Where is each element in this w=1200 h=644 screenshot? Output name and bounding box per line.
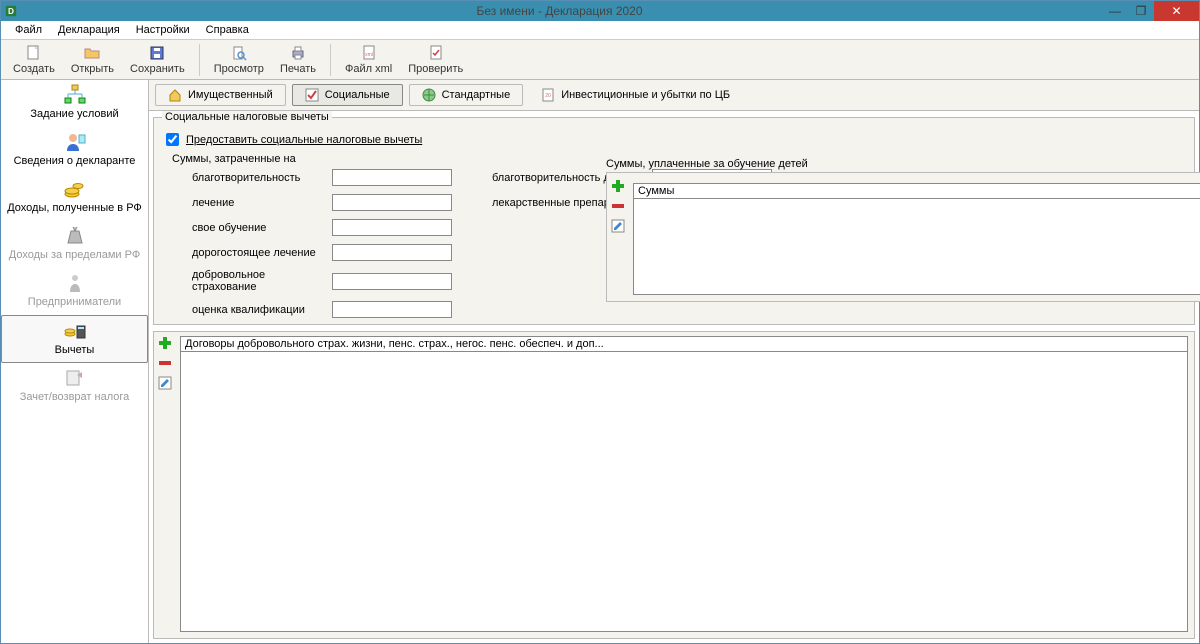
menu-settings[interactable]: Настройки bbox=[128, 22, 198, 38]
sidebar-item-entrepreneurs[interactable]: Предприниматели bbox=[1, 268, 148, 315]
children-title: Суммы, уплаченные за обучение детей bbox=[606, 158, 1200, 170]
treatment-label: лечение bbox=[192, 197, 332, 209]
children-list[interactable] bbox=[633, 199, 1200, 295]
contracts-column-header: Договоры добровольного страх. жизни, пен… bbox=[180, 336, 1188, 352]
menubar: Файл Декларация Настройки Справка bbox=[1, 21, 1199, 40]
tab-property[interactable]: Имущественный bbox=[155, 84, 286, 106]
checkbox-icon bbox=[305, 88, 319, 102]
edit-child-button[interactable] bbox=[611, 219, 625, 233]
toolbar: Создать Открыть Сохранить Просмотр Печат… bbox=[1, 40, 1199, 80]
xml-button[interactable]: xml Файл xml bbox=[337, 43, 400, 77]
sidebar-item-declarant[interactable]: Сведения о декларанте bbox=[1, 127, 148, 174]
sidebar-item-refund[interactable]: Зачет/возврат налога bbox=[1, 363, 148, 410]
contracts-list[interactable] bbox=[180, 352, 1188, 632]
app-icon: D bbox=[5, 5, 17, 17]
treatment-input[interactable] bbox=[332, 194, 452, 211]
preview-icon bbox=[231, 45, 247, 61]
deductions-icon bbox=[63, 320, 87, 342]
refund-icon bbox=[63, 367, 87, 389]
toolbar-separator bbox=[330, 44, 331, 76]
maximize-button[interactable]: ❐ bbox=[1128, 1, 1154, 21]
new-file-icon bbox=[26, 45, 42, 61]
globe-icon bbox=[422, 88, 436, 102]
qualification-label: оценка квалификации bbox=[192, 304, 332, 316]
qualification-input[interactable] bbox=[332, 301, 452, 318]
titlebar: D Без имени - Декларация 2020 — ❐ ✕ bbox=[1, 1, 1199, 21]
conditions-icon bbox=[63, 84, 87, 106]
moneybag-icon bbox=[63, 225, 87, 247]
edit-contract-button[interactable] bbox=[158, 376, 172, 390]
group-title: Социальные налоговые вычеты bbox=[162, 111, 332, 123]
add-child-button[interactable] bbox=[611, 179, 625, 193]
close-button[interactable]: ✕ bbox=[1154, 1, 1199, 21]
insurance-label: добровольное страхование bbox=[192, 269, 332, 293]
sidebar-item-income-rf[interactable]: Доходы, полученные в РФ bbox=[1, 174, 148, 221]
social-deductions-group: Социальные налоговые вычеты Предоставить… bbox=[153, 117, 1195, 325]
window-title: Без имени - Декларация 2020 bbox=[17, 4, 1102, 18]
charity-label: благотворительность bbox=[192, 172, 332, 184]
expensive-treatment-input[interactable] bbox=[332, 244, 452, 261]
sidebar-item-income-abroad[interactable]: Доходы за пределами РФ bbox=[1, 221, 148, 268]
children-education-block: Суммы, уплаченные за обучение детей Сумм… bbox=[606, 158, 1200, 302]
preview-button[interactable]: Просмотр bbox=[206, 43, 272, 77]
sidebar: Задание условий Сведения о декларанте До… bbox=[1, 80, 149, 643]
svg-text:D: D bbox=[8, 7, 14, 16]
toolbar-separator bbox=[199, 44, 200, 76]
children-column-header: Суммы bbox=[633, 183, 1200, 199]
person-icon bbox=[63, 131, 87, 153]
content: Социальные налоговые вычеты Предоставить… bbox=[149, 111, 1199, 643]
add-contract-button[interactable] bbox=[158, 336, 172, 350]
document-icon: 20 bbox=[541, 88, 555, 102]
create-button[interactable]: Создать bbox=[5, 43, 63, 77]
businessman-icon bbox=[63, 272, 87, 294]
contracts-panel: Договоры добровольного страх. жизни, пен… bbox=[153, 331, 1195, 639]
tabbar: Имущественный Социальные Стандартные 20 … bbox=[149, 80, 1199, 111]
check-button[interactable]: Проверить bbox=[400, 43, 471, 77]
main: Имущественный Социальные Стандартные 20 … bbox=[149, 80, 1199, 643]
sidebar-item-conditions[interactable]: Задание условий bbox=[1, 80, 148, 127]
own-education-input[interactable] bbox=[332, 219, 452, 236]
svg-text:xml: xml bbox=[365, 52, 373, 58]
folder-open-icon bbox=[84, 45, 100, 61]
menu-declaration[interactable]: Декларация bbox=[50, 22, 128, 38]
svg-text:20: 20 bbox=[545, 93, 551, 99]
menu-help[interactable]: Справка bbox=[198, 22, 257, 38]
charity-input[interactable] bbox=[332, 169, 452, 186]
provide-social-label: Предоставить социальные налоговые вычеты bbox=[186, 134, 422, 146]
sidebar-item-deductions[interactable]: Вычеты bbox=[1, 315, 148, 363]
provide-social-checkbox[interactable] bbox=[166, 133, 179, 146]
menu-file[interactable]: Файл bbox=[7, 22, 50, 38]
save-icon bbox=[149, 45, 165, 61]
body: Задание условий Сведения о декларанте До… bbox=[1, 80, 1199, 643]
coins-icon bbox=[63, 178, 87, 200]
house-icon bbox=[168, 88, 182, 102]
expensive-treatment-label: дорогостоящее лечение bbox=[192, 247, 332, 259]
tab-social[interactable]: Социальные bbox=[292, 84, 403, 106]
check-icon bbox=[428, 45, 444, 61]
remove-contract-button[interactable] bbox=[158, 356, 172, 370]
remove-child-button[interactable] bbox=[611, 199, 625, 213]
open-button[interactable]: Открыть bbox=[63, 43, 122, 77]
own-education-label: свое обучение bbox=[192, 222, 332, 234]
app-window: D Без имени - Декларация 2020 — ❐ ✕ Файл… bbox=[0, 0, 1200, 644]
save-button[interactable]: Сохранить bbox=[122, 43, 193, 77]
print-icon bbox=[290, 45, 306, 61]
insurance-input[interactable] bbox=[332, 273, 452, 290]
xml-file-icon: xml bbox=[361, 45, 377, 61]
print-button[interactable]: Печать bbox=[272, 43, 324, 77]
minimize-button[interactable]: — bbox=[1102, 1, 1128, 21]
tab-investment[interactable]: 20 Инвестиционные и убытки по ЦБ bbox=[529, 85, 742, 105]
tab-standard[interactable]: Стандартные bbox=[409, 84, 524, 106]
